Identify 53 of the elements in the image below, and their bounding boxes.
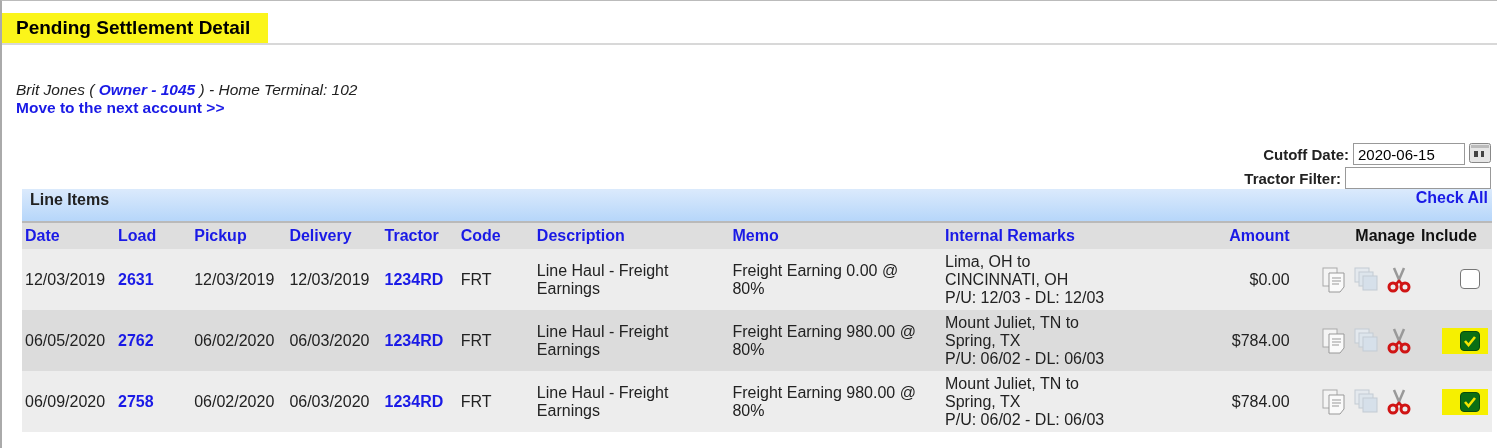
owner-link[interactable]: Owner - 1045 bbox=[98, 81, 196, 98]
scissors-icon[interactable] bbox=[1386, 327, 1411, 354]
page-title: Pending Settlement Detail bbox=[2, 13, 269, 43]
load-link[interactable]: 2762 bbox=[118, 331, 154, 349]
column-header: Manage bbox=[1355, 227, 1415, 244]
calendar-icon[interactable] bbox=[1469, 143, 1491, 163]
scissors-icon[interactable] bbox=[1386, 388, 1411, 415]
delivery-cell: 12/03/2019 bbox=[289, 270, 370, 288]
remarks-dates: P/U: 12/03 - DL: 12/03 bbox=[945, 288, 1106, 307]
scissors-icon[interactable] bbox=[1386, 266, 1411, 293]
check-icon bbox=[1463, 334, 1477, 347]
section-title: Line Items bbox=[30, 191, 110, 209]
amount-cell: $0.00 bbox=[1249, 270, 1290, 288]
delivery-cell: 06/03/2020 bbox=[289, 392, 370, 410]
column-header[interactable]: Memo bbox=[732, 227, 779, 244]
date-cell: 06/09/2020 bbox=[25, 392, 106, 410]
next-account-link[interactable]: Move to the next account >> bbox=[16, 99, 225, 117]
remarks-route: Mount Juliet, TN to Spring, TX bbox=[945, 313, 1080, 350]
code-cell: FRT bbox=[460, 270, 492, 288]
description-cell-text: Line Haul - Freight Earnings bbox=[536, 383, 670, 420]
date-cell: 12/03/2019 bbox=[25, 270, 106, 288]
account-name: Brit Jones ( bbox=[16, 81, 95, 98]
remarks-route: Lima, OH to CINCINNATI, OH bbox=[945, 252, 1070, 289]
pickup-cell: 06/02/2020 bbox=[194, 392, 275, 410]
pickup-cell: 06/02/2020 bbox=[194, 331, 275, 349]
memo-cell-text: Freight Earning 980.00 @ 80% bbox=[732, 322, 917, 359]
check-all-link[interactable]: Check All bbox=[1415, 189, 1488, 207]
load-link[interactable]: 2631 bbox=[118, 270, 154, 288]
amount-cell: $784.00 bbox=[1231, 331, 1290, 349]
date-cell: 06/05/2020 bbox=[25, 331, 106, 349]
remarks-dates: P/U: 06/02 - DL: 06/03 bbox=[945, 410, 1106, 429]
description-cell-text: Line Haul - Freight Earnings bbox=[536, 322, 670, 359]
description-cell-text: Line Haul - Freight Earnings bbox=[536, 261, 670, 298]
amount-cell: $784.00 bbox=[1231, 392, 1290, 410]
pickup-cell: 12/03/2019 bbox=[194, 270, 275, 288]
remarks-dates: P/U: 06/02 - DL: 06/03 bbox=[945, 349, 1106, 368]
cutoff-date-field[interactable]: 2020-06-15 bbox=[1353, 143, 1465, 165]
home-terminal: ) - Home Terminal: 102 bbox=[199, 81, 358, 98]
include-checkbox[interactable] bbox=[1460, 269, 1480, 289]
memo-cell-text: Freight Earning 0.00 @ 80% bbox=[732, 261, 900, 298]
tractor-filter-field[interactable] bbox=[1345, 167, 1491, 189]
include-checkbox[interactable] bbox=[1460, 391, 1480, 412]
check-icon bbox=[1463, 395, 1477, 408]
column-header: Include bbox=[1420, 227, 1477, 244]
include-checkbox[interactable] bbox=[1460, 330, 1480, 351]
delivery-cell: 06/03/2020 bbox=[289, 331, 370, 349]
tractor-filter-label: Tractor Filter: bbox=[1244, 169, 1341, 187]
cutoff-date-label: Cutoff Date: bbox=[1263, 145, 1349, 163]
load-link[interactable]: 2758 bbox=[118, 392, 154, 410]
remarks-route: Mount Juliet, TN to Spring, TX bbox=[945, 374, 1080, 411]
code-cell: FRT bbox=[460, 392, 492, 410]
memo-cell-text: Freight Earning 980.00 @ 80% bbox=[732, 383, 917, 420]
code-cell: FRT bbox=[460, 331, 492, 349]
